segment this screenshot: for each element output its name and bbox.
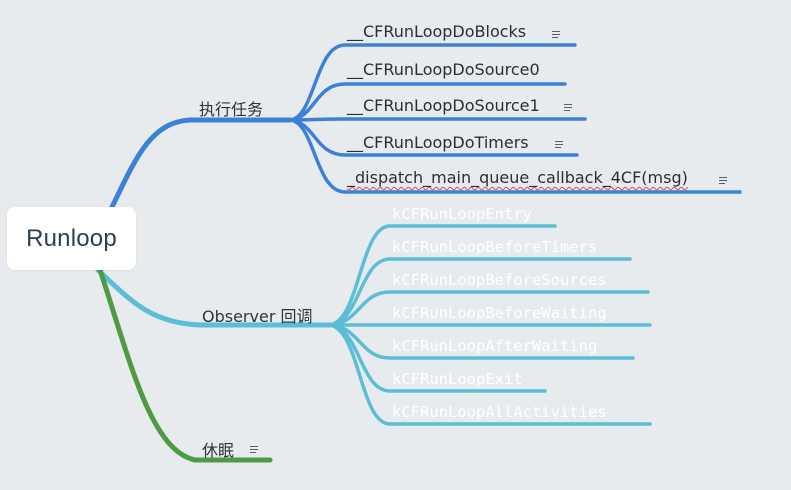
branch-sleep[interactable]: 休眠 xyxy=(202,437,234,461)
leaf-label: __CFRunLoopDoSource1 xyxy=(347,96,540,115)
branch-sleep-label: 休眠 xyxy=(202,441,235,460)
leaf-label: kCFRunLoopBeforeWaiting xyxy=(392,304,607,322)
branch-tasks[interactable]: 执行任务 xyxy=(199,96,263,120)
leaf-label: kCFRunLoopEntry xyxy=(392,205,532,223)
connector-tasks-3 xyxy=(288,117,587,122)
root-label: Runloop xyxy=(26,224,117,252)
note-icon[interactable] xyxy=(719,177,727,184)
leaf-observer-4[interactable]: kCFRunLoopBeforeWaiting xyxy=(392,303,607,323)
leaf-tasks-5[interactable]: _dispatch_main_queue_callback_4CF(msg) xyxy=(347,168,688,188)
leaf-label: __CFRunLoopDoSource0 xyxy=(347,60,540,79)
leaf-label: kCFRunLoopExit xyxy=(392,370,523,388)
branch-observer-label: Observer 回调 xyxy=(202,307,313,326)
leaf-label: kCFRunLoopBeforeSources xyxy=(392,271,607,289)
leaf-observer-2[interactable]: kCFRunLoopBeforeTimers xyxy=(392,237,597,257)
connector-root-tasks xyxy=(109,117,293,210)
leaf-observer-7[interactable]: kCFRunLoopAllActivities xyxy=(392,402,607,422)
leaf-tasks-4[interactable]: __CFRunLoopDoTimers xyxy=(347,133,529,153)
leaf-observer-6[interactable]: kCFRunLoopExit xyxy=(392,369,523,389)
branch-observer[interactable]: Observer 回调 xyxy=(202,303,313,327)
note-icon[interactable] xyxy=(250,446,258,453)
leaf-observer-5[interactable]: kCFRunLoopAfterWaiting xyxy=(392,336,597,356)
leaf-label: __CFRunLoopDoBlocks xyxy=(347,22,527,41)
branch-tasks-label: 执行任务 xyxy=(199,100,264,119)
leaf-tasks-2[interactable]: __CFRunLoopDoSource0 xyxy=(347,60,540,80)
leaf-label: _dispatch_main_queue_callback_4CF(msg) xyxy=(347,168,688,187)
leaf-label: kCFRunLoopAllActivities xyxy=(392,403,607,421)
note-icon[interactable] xyxy=(555,141,563,148)
leaf-tasks-1[interactable]: __CFRunLoopDoBlocks xyxy=(347,22,526,42)
leaf-label: __CFRunLoopDoTimers xyxy=(347,133,529,152)
leaf-label: kCFRunLoopBeforeTimers xyxy=(392,238,598,256)
note-icon[interactable] xyxy=(564,104,572,111)
note-icon[interactable] xyxy=(552,31,560,38)
leaf-observer-3[interactable]: kCFRunLoopBeforeSources xyxy=(392,270,607,290)
leaf-label: kCFRunLoopAfterWaiting xyxy=(392,337,598,355)
leaf-tasks-3[interactable]: __CFRunLoopDoSource1 xyxy=(347,96,540,116)
root-node[interactable]: Runloop xyxy=(7,207,136,270)
leaf-observer-1[interactable]: kCFRunLoopEntry xyxy=(392,204,532,224)
